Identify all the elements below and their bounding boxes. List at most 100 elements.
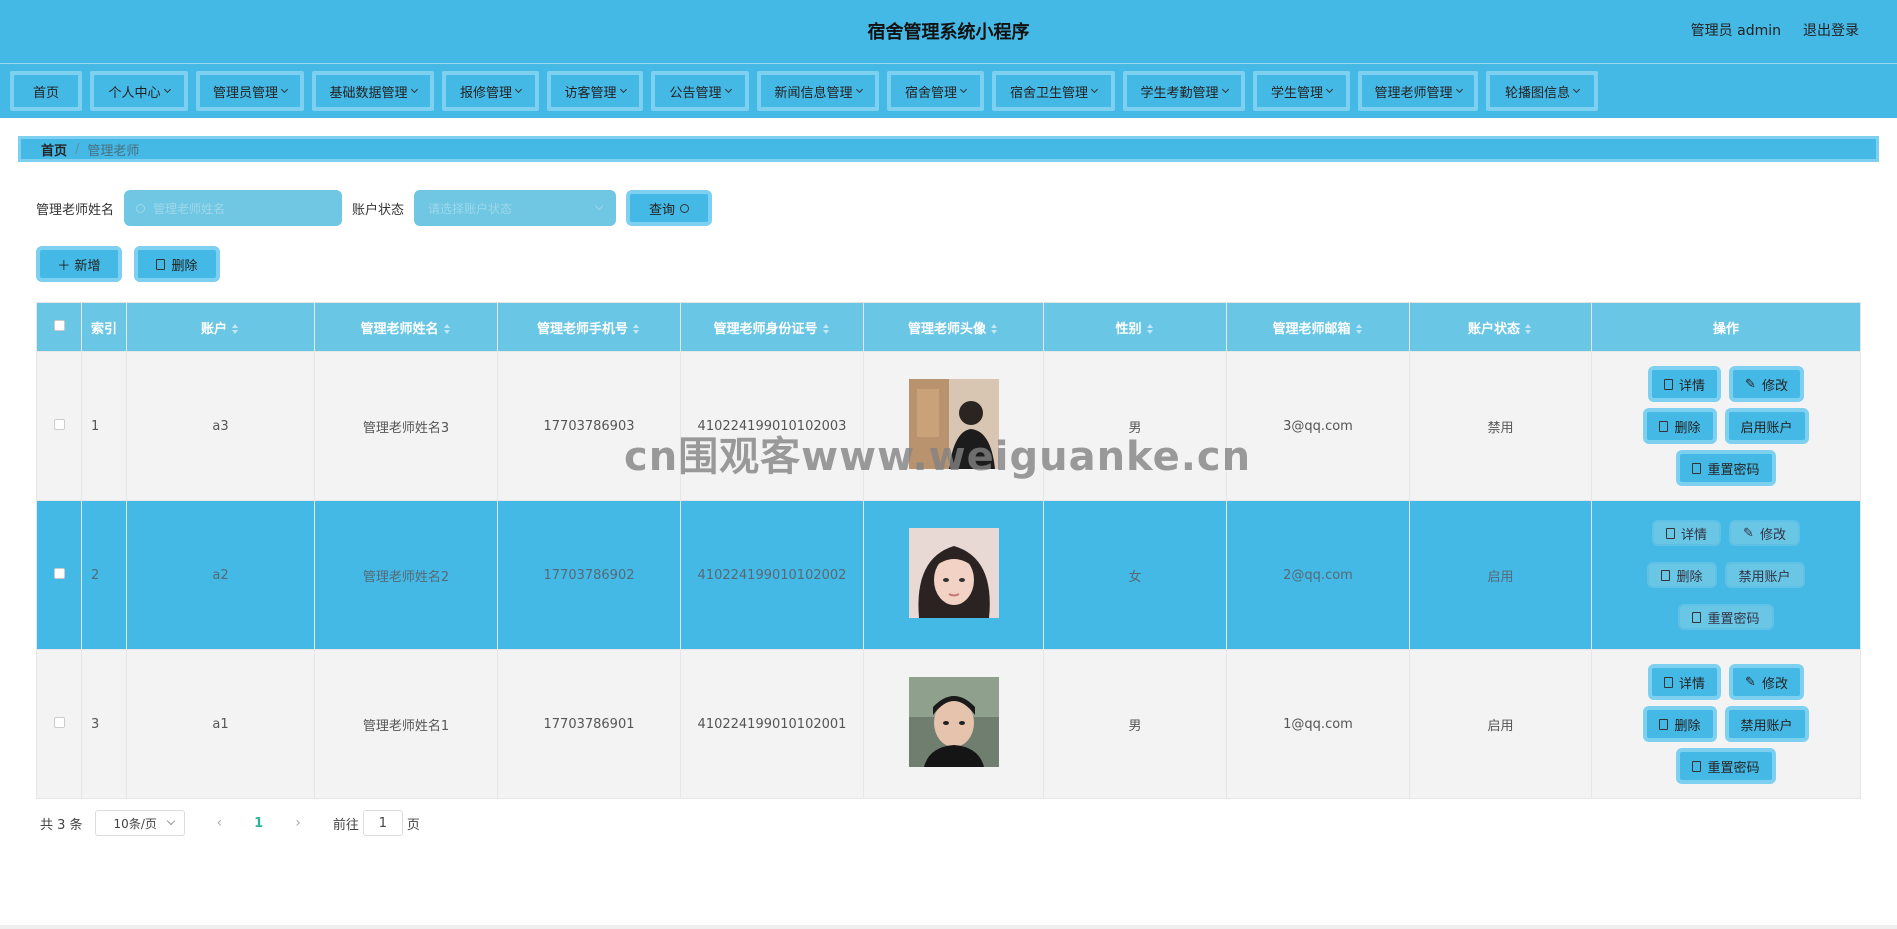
phone-cell: 17703786902 <box>497 500 681 650</box>
sort-icon[interactable] <box>822 324 831 334</box>
reset-password-label: 重置密码 <box>1707 760 1760 776</box>
edit-button[interactable]: ✎ 修改 <box>1729 520 1800 546</box>
nav-item[interactable]: 新闻信息管理 <box>757 71 879 111</box>
avatar[interactable] <box>908 528 999 622</box>
goto-page-input[interactable]: 1 <box>362 810 403 836</box>
prev-page-icon[interactable]: ‹ <box>217 815 223 831</box>
query-button[interactable]: 查询 <box>626 190 713 226</box>
index-cell: 2 <box>81 500 127 650</box>
status-cell: 启用 <box>1409 649 1592 799</box>
nav-item[interactable]: 宿舍卫生管理 <box>992 71 1115 111</box>
chevron-down-icon <box>1221 85 1229 94</box>
toggle-account-button[interactable]: 禁用账户 <box>1724 562 1805 588</box>
nav-item[interactable]: 报修管理 <box>442 71 539 111</box>
breadcrumb-home[interactable]: 首页 <box>41 140 67 159</box>
column-header[interactable]: 管理老师身份证号 <box>680 302 864 352</box>
toggle-account-button[interactable]: 禁用账户 <box>1724 706 1809 742</box>
column-header[interactable]: 账户 <box>126 302 315 352</box>
nav-item-label: 基础数据管理 <box>329 85 408 101</box>
name-search-placeholder: 管理老师姓名 <box>153 201 226 216</box>
name-search-input[interactable]: 管理老师姓名 <box>124 190 343 226</box>
reset-password-button[interactable]: 重置密码 <box>1676 450 1776 486</box>
column-header[interactable]: 性别 <box>1043 302 1227 352</box>
nav-item[interactable]: 基础数据管理 <box>312 71 434 111</box>
row-checkbox[interactable] <box>53 567 65 579</box>
status-select[interactable]: 请选择账户状态 <box>414 190 617 226</box>
toggle-account-label: 禁用账户 <box>1740 718 1793 734</box>
table-row[interactable]: 2 a2 管理老师姓名2 17703786902 410224199010102002 女… <box>36 500 1861 650</box>
chevron-down-icon <box>1090 85 1099 94</box>
document-icon <box>1664 378 1674 390</box>
column-header-label: 管理老师姓名 <box>360 321 439 337</box>
column-header[interactable]: 账户状态 <box>1409 302 1592 352</box>
nav-item-label: 公告管理 <box>669 85 722 101</box>
column-header[interactable]: 管理老师手机号 <box>497 302 681 352</box>
teacher-table: 索引 账户 管理老师姓名 管理老师手机号 管理老师身份证号 管理老师头像 性别 … <box>36 302 1861 799</box>
reset-password-button[interactable]: 重置密码 <box>1676 748 1776 784</box>
page-number[interactable]: 1 <box>254 816 263 831</box>
delete-button[interactable]: 删除 <box>1643 408 1717 444</box>
row-checkbox[interactable] <box>53 716 65 728</box>
nav-item[interactable]: 管理老师管理 <box>1358 71 1478 111</box>
add-button[interactable]: ＋ 新增 <box>36 246 122 282</box>
column-header[interactable]: 管理老师姓名 <box>314 302 498 352</box>
toggle-account-button[interactable]: 启用账户 <box>1724 408 1809 444</box>
row-select-cell <box>36 649 82 799</box>
status-cell: 禁用 <box>1409 351 1592 501</box>
document-icon <box>1692 611 1702 623</box>
delete-button[interactable]: 删除 <box>1643 706 1717 742</box>
nav-item[interactable]: 首页 <box>10 71 82 111</box>
column-header-label: 性别 <box>1115 321 1142 337</box>
gender-cell: 男 <box>1043 649 1227 799</box>
edit-label: 修改 <box>1759 527 1786 543</box>
select-all-checkbox[interactable] <box>53 319 65 331</box>
logout-button[interactable]: 退出登录 <box>1803 20 1859 40</box>
sort-icon[interactable] <box>232 324 240 334</box>
nav-item[interactable]: 管理员管理 <box>196 71 304 111</box>
sort-icon[interactable] <box>1146 324 1155 334</box>
sort-icon[interactable] <box>991 324 999 334</box>
reset-password-button[interactable]: 重置密码 <box>1678 604 1774 630</box>
nav-item[interactable]: 访客管理 <box>547 71 643 111</box>
nav-item[interactable]: 个人中心 <box>90 71 188 111</box>
sort-icon[interactable] <box>443 324 452 334</box>
detail-label: 详情 <box>1679 676 1706 692</box>
edit-button[interactable]: ✎ 修改 <box>1729 366 1804 402</box>
bulk-delete-label: 删除 <box>171 258 198 274</box>
column-header[interactable]: 管理老师头像 <box>863 302 1044 352</box>
avatar[interactable] <box>908 677 999 771</box>
delete-button[interactable]: 删除 <box>1647 562 1717 588</box>
sort-icon[interactable] <box>1355 324 1364 334</box>
nav-item[interactable]: 宿舍管理 <box>887 71 984 111</box>
detail-button[interactable]: 详情 <box>1648 366 1722 402</box>
admin-user-label[interactable]: 管理员 admin <box>1691 20 1781 40</box>
table-row[interactable]: 3 a1 管理老师姓名1 17703786901 410224199010102001 男… <box>36 649 1861 799</box>
nav-item-label: 轮播图信息 <box>1504 85 1570 101</box>
column-header[interactable]: 管理老师邮箱 <box>1226 302 1410 352</box>
nav-item[interactable]: 轮播图信息 <box>1486 71 1598 111</box>
nav-item[interactable]: 学生考勤管理 <box>1123 71 1245 111</box>
detail-button[interactable]: 详情 <box>1648 664 1722 700</box>
search-icon <box>136 203 146 213</box>
pencil-icon: ✎ <box>1743 525 1754 541</box>
search-icon <box>680 203 690 213</box>
chevron-down-icon <box>410 85 418 94</box>
sort-icon[interactable] <box>1525 324 1533 334</box>
nav-item[interactable]: 公告管理 <box>651 71 749 111</box>
toggle-account-label: 启用账户 <box>1740 420 1793 436</box>
column-header-label: 管理老师邮箱 <box>1272 321 1351 337</box>
row-checkbox[interactable] <box>53 418 65 430</box>
sort-icon[interactable] <box>633 324 641 334</box>
chevron-down-icon <box>619 85 627 94</box>
breadcrumb-separator: / <box>75 141 80 157</box>
detail-button[interactable]: 详情 <box>1652 520 1722 546</box>
avatar-cell <box>863 500 1044 650</box>
bulk-delete-button[interactable]: 删除 <box>134 246 220 282</box>
edit-button[interactable]: ✎ 修改 <box>1729 664 1804 700</box>
page-size-select[interactable]: 10条/页 <box>94 810 185 836</box>
nav-item[interactable]: 学生管理 <box>1253 71 1350 111</box>
next-page-icon[interactable]: › <box>295 815 301 831</box>
name-cell: 管理老师姓名1 <box>314 649 498 799</box>
column-header-label: 账户状态 <box>1467 321 1520 337</box>
detail-label: 详情 <box>1679 378 1706 394</box>
